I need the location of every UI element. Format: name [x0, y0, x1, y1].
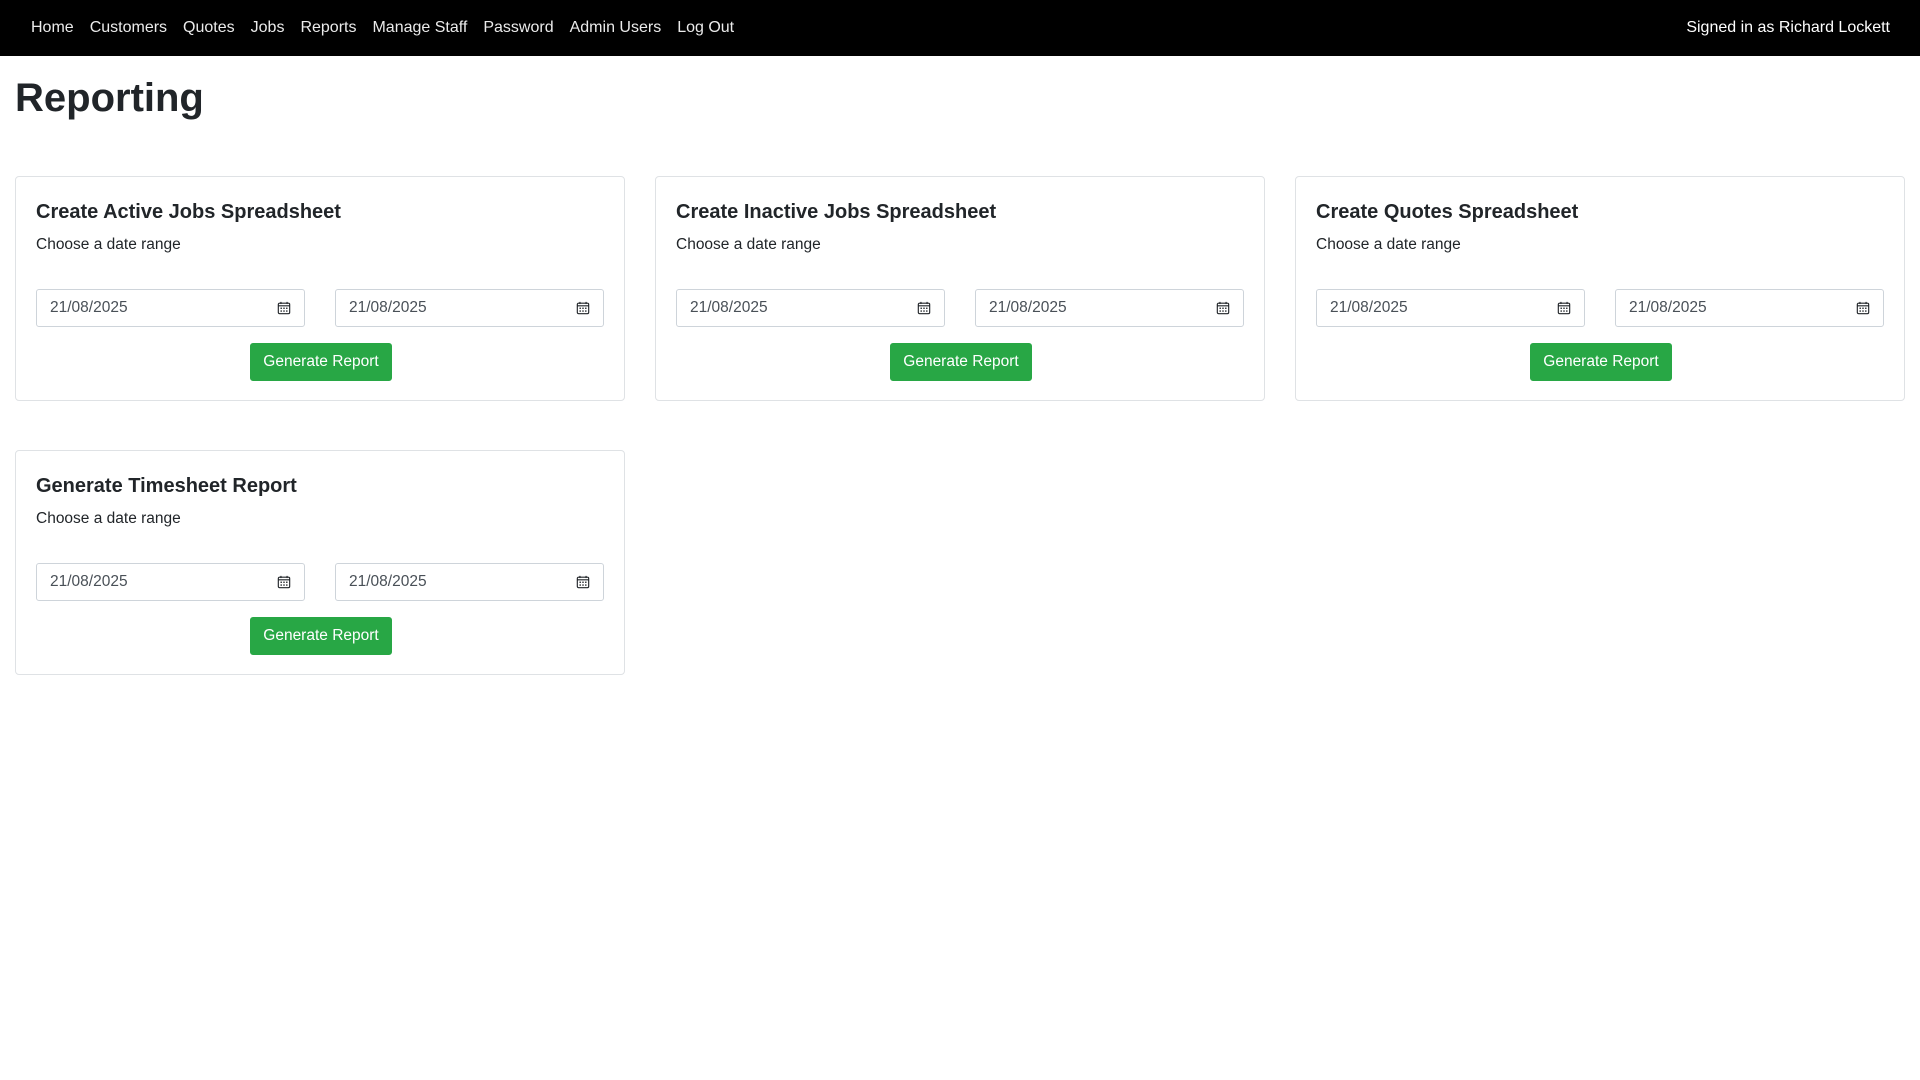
- nav-reports[interactable]: Reports: [300, 19, 356, 37]
- nav-quotes[interactable]: Quotes: [183, 19, 235, 37]
- generate-report-button[interactable]: Generate Report: [1530, 343, 1672, 381]
- from-date-value: 21/08/2025: [50, 573, 128, 590]
- report-card-quotes: Create Quotes Spreadsheet Choose a date …: [1295, 176, 1905, 401]
- report-card-active-jobs: Create Active Jobs Spreadsheet Choose a …: [15, 176, 625, 401]
- generate-report-button[interactable]: Generate Report: [250, 617, 392, 655]
- page-title: Reporting: [15, 76, 204, 120]
- from-date-input[interactable]: 21/08/2025: [36, 563, 305, 601]
- to-date-input[interactable]: 21/08/2025: [1615, 289, 1884, 327]
- card-subtitle: Choose a date range: [36, 510, 181, 527]
- report-card-timesheet: Generate Timesheet Report Choose a date …: [15, 450, 625, 675]
- calendar-icon[interactable]: [277, 301, 291, 315]
- to-date-input[interactable]: 21/08/2025: [975, 289, 1244, 327]
- nav-admin-users[interactable]: Admin Users: [570, 19, 662, 37]
- to-date-input[interactable]: 21/08/2025: [335, 563, 604, 601]
- calendar-icon[interactable]: [277, 575, 291, 589]
- top-navbar: Home Customers Quotes Jobs Reports Manag…: [0, 0, 1920, 56]
- calendar-icon[interactable]: [576, 575, 590, 589]
- calendar-icon[interactable]: [576, 301, 590, 315]
- to-date-input[interactable]: 21/08/2025: [335, 289, 604, 327]
- nav-links: Home Customers Quotes Jobs Reports Manag…: [31, 19, 750, 37]
- signed-in-user: Signed in as Richard Lockett: [1686, 19, 1890, 36]
- calendar-icon[interactable]: [1557, 301, 1571, 315]
- nav-customers[interactable]: Customers: [90, 19, 167, 37]
- nav-password[interactable]: Password: [483, 19, 553, 37]
- calendar-icon[interactable]: [1216, 301, 1230, 315]
- from-date-input[interactable]: 21/08/2025: [1316, 289, 1585, 327]
- from-date-input[interactable]: 21/08/2025: [676, 289, 945, 327]
- card-title: Create Inactive Jobs Spreadsheet: [676, 201, 997, 223]
- to-date-value: 21/08/2025: [349, 573, 427, 590]
- report-card-inactive-jobs: Create Inactive Jobs Spreadsheet Choose …: [655, 176, 1265, 401]
- generate-report-button[interactable]: Generate Report: [890, 343, 1032, 381]
- nav-log-out[interactable]: Log Out: [677, 19, 734, 37]
- calendar-icon[interactable]: [917, 301, 931, 315]
- nav-jobs[interactable]: Jobs: [251, 19, 285, 37]
- to-date-value: 21/08/2025: [1629, 299, 1707, 316]
- card-title: Create Active Jobs Spreadsheet: [36, 201, 341, 223]
- from-date-input[interactable]: 21/08/2025: [36, 289, 305, 327]
- card-subtitle: Choose a date range: [676, 236, 821, 253]
- generate-report-button[interactable]: Generate Report: [250, 343, 392, 381]
- card-title: Create Quotes Spreadsheet: [1316, 201, 1579, 223]
- to-date-value: 21/08/2025: [349, 299, 427, 316]
- card-title: Generate Timesheet Report: [36, 475, 297, 497]
- card-subtitle: Choose a date range: [1316, 236, 1461, 253]
- from-date-value: 21/08/2025: [690, 299, 768, 316]
- nav-manage-staff[interactable]: Manage Staff: [372, 19, 467, 37]
- from-date-value: 21/08/2025: [50, 299, 128, 316]
- nav-home[interactable]: Home: [31, 19, 74, 37]
- from-date-value: 21/08/2025: [1330, 299, 1408, 316]
- calendar-icon[interactable]: [1856, 301, 1870, 315]
- card-subtitle: Choose a date range: [36, 236, 181, 253]
- to-date-value: 21/08/2025: [989, 299, 1067, 316]
